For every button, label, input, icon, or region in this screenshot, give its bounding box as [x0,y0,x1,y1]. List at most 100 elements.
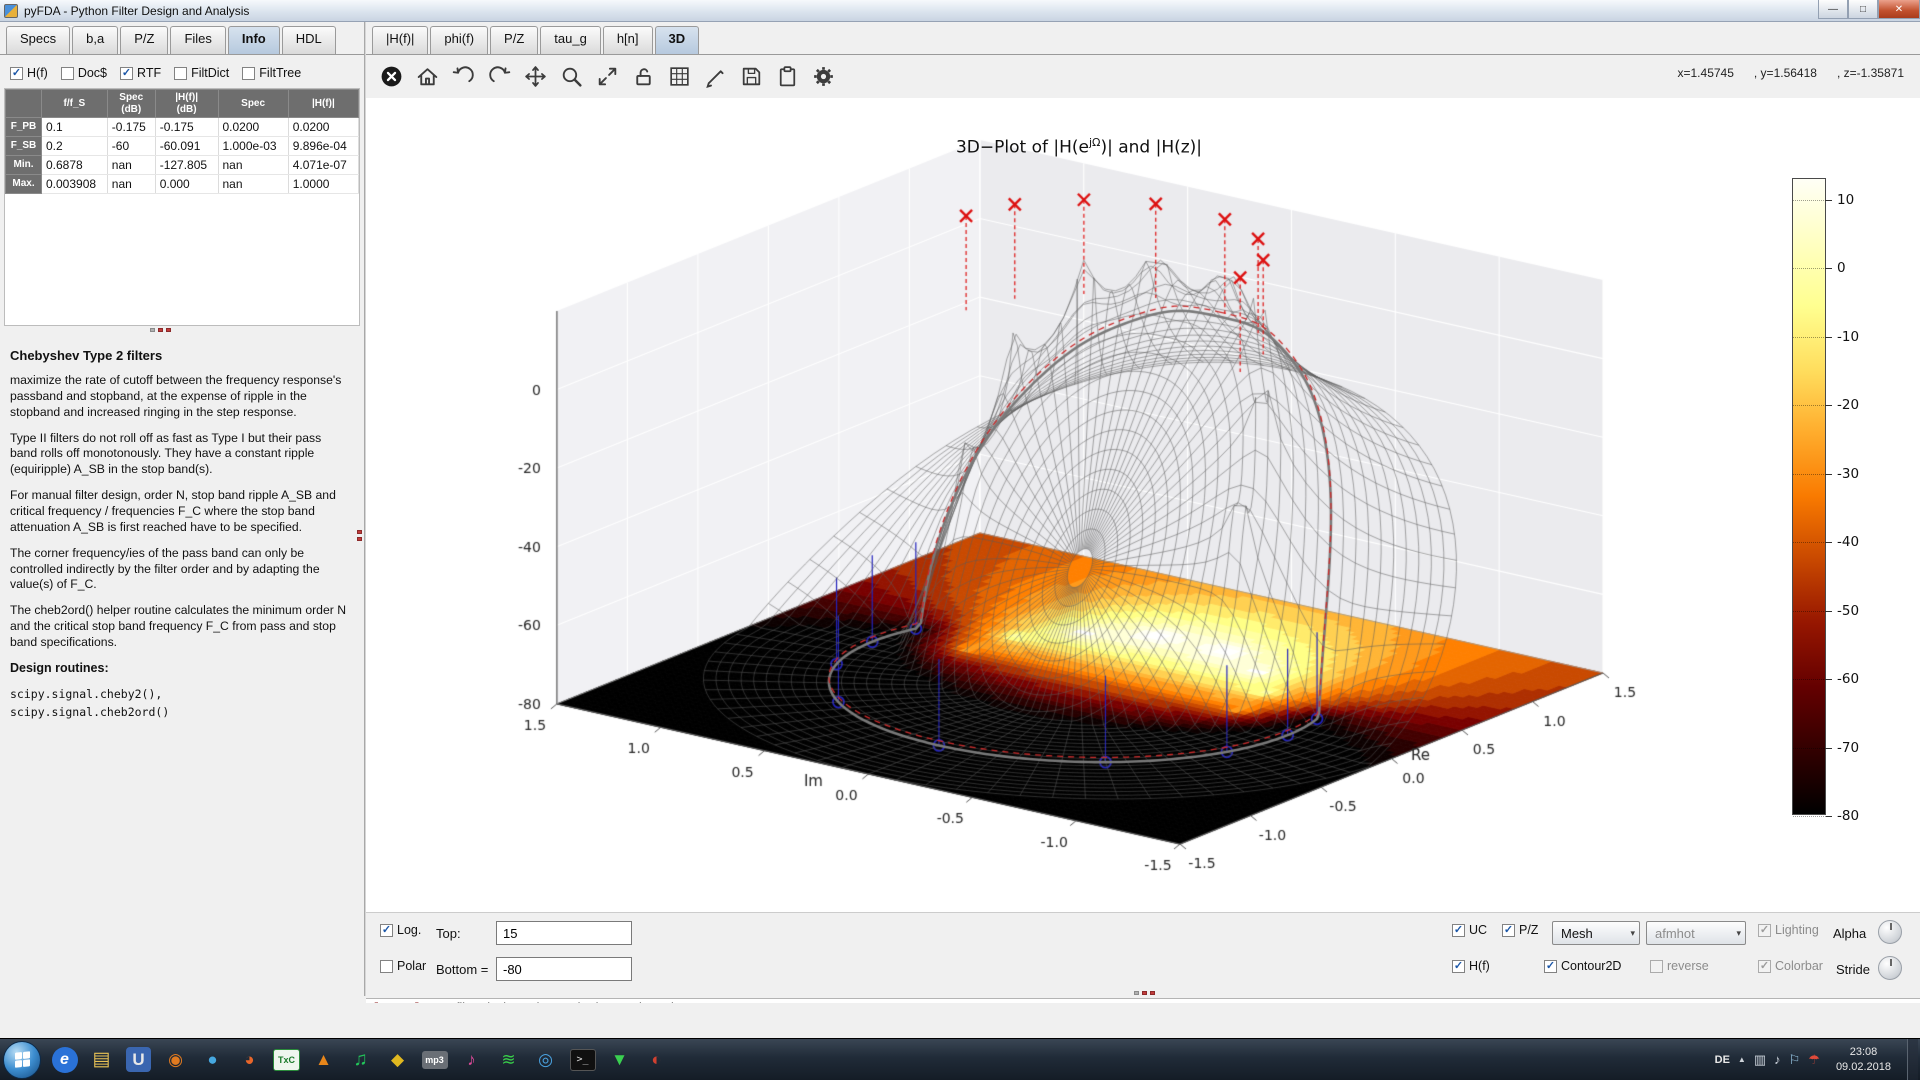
taskbar-app-jdownloader[interactable]: ▼ [601,1040,638,1080]
draw-icon[interactable] [702,63,729,90]
table-cell[interactable]: 0.0200 [288,118,358,137]
taskbar-app-spotify[interactable]: ♫ [342,1040,379,1080]
log-console[interactable]: [ INFO ]Start filter design using method… [366,998,1920,1003]
filttree-checkbox[interactable]: FiltTree [242,66,301,80]
table-cell[interactable]: 1.000e-03 [218,137,288,156]
clock[interactable]: 23:08 09.02.2018 [1828,1045,1899,1075]
tray-volume-icon[interactable]: ♪ [1774,1052,1781,1067]
taskbar-app-orange[interactable]: ◉ [157,1040,194,1080]
pan-icon[interactable] [522,63,549,90]
maximize-button[interactable]: □ [1848,0,1878,19]
tab-phi[interactable]: phi(f) [430,26,488,54]
titlebar[interactable]: pyFDA - Python Filter Design and Analysi… [0,0,1920,22]
tray-display-icon[interactable]: ▥ [1754,1052,1766,1068]
table-cell[interactable]: -60.091 [155,137,218,156]
table-cell[interactable]: -127.805 [155,156,218,175]
table-cell[interactable]: 0.6878 [42,156,108,175]
table-cell[interactable]: 0.1 [42,118,108,137]
table-cell[interactable]: nan [218,175,288,194]
splitter-handle[interactable] [357,530,362,541]
home-icon[interactable] [414,63,441,90]
hf-overlay-checkbox[interactable]: ✓ H(f) [1452,959,1490,973]
taskbar-app-vlc[interactable]: ▲ [305,1040,342,1080]
log-checkbox[interactable]: ✓ Log. [380,923,421,937]
docs-checkbox[interactable]: Doc$ [61,66,107,80]
tray-expand-icon[interactable]: ▲ [1738,1055,1746,1064]
close-button[interactable]: ✕ [1878,0,1920,19]
tab-3d[interactable]: 3D [655,26,700,54]
taskbar-app-terminal[interactable]: >_ [564,1040,601,1080]
taskbar-app-blue[interactable]: ● [194,1040,231,1080]
table-cell[interactable]: 4.071e-07 [288,156,358,175]
lighting-checkbox[interactable]: ✓ Lighting [1758,923,1819,937]
colormap-select[interactable]: afmhot ▾ [1646,921,1746,945]
polar-checkbox[interactable]: Polar [380,959,426,973]
language-indicator[interactable]: DE [1715,1054,1730,1066]
show-desktop-button[interactable] [1907,1039,1918,1080]
expand-icon[interactable] [594,63,621,90]
tab-hn[interactable]: h[n] [603,26,653,54]
stride-dial[interactable] [1878,956,1902,980]
zoom-icon[interactable] [558,63,585,90]
redo-icon[interactable] [486,63,513,90]
table-cell[interactable]: 1.0000 [288,175,358,194]
table-cell[interactable]: nan [218,156,288,175]
tab-specs[interactable]: Specs [6,26,70,54]
table-cell[interactable]: nan [107,175,155,194]
splitter-handle[interactable] [1134,991,1155,995]
colorbar-checkbox[interactable]: ✓ Colorbar [1758,959,1823,973]
tab-hdl[interactable]: HDL [282,26,336,54]
tab-hf-mag[interactable]: |H(f)| [372,26,428,54]
rtf-checkbox[interactable]: ✓ RTF [120,66,161,80]
reverse-checkbox[interactable]: reverse [1650,959,1709,973]
table-cell[interactable]: 0.000 [155,175,218,194]
table-cell[interactable]: 0.003908 [42,175,108,194]
close-icon[interactable] [378,63,405,90]
tab-tau-g[interactable]: tau_g [540,26,601,54]
table-cell[interactable]: -60 [107,137,155,156]
tab-pz[interactable]: P/Z [120,26,168,54]
table-cell[interactable]: 9.896e-04 [288,137,358,156]
taskbar-app-mp3tag[interactable]: mp3 [416,1040,453,1080]
taskbar-app-wifi[interactable]: ≋ [490,1040,527,1080]
tab-files[interactable]: Files [170,26,225,54]
splitter-handle[interactable] [150,328,171,332]
3d-surface-plot[interactable] [366,98,1920,912]
taskbar-app-internet-explorer[interactable]: e [46,1040,83,1080]
hf-checkbox[interactable]: ✓ H(f) [10,66,48,80]
plot-mode-select[interactable]: Mesh ▾ [1552,921,1640,945]
pz-checkbox[interactable]: ✓ P/Z [1502,923,1538,937]
tray-antivirus-icon[interactable]: ☂ [1808,1052,1820,1068]
lock-open-icon[interactable] [630,63,657,90]
minimize-button[interactable]: — [1818,0,1848,19]
undo-icon[interactable] [450,63,477,90]
tab-pz-plot[interactable]: P/Z [490,26,538,54]
grid-icon[interactable] [666,63,693,90]
filtdict-checkbox[interactable]: FiltDict [174,66,229,80]
taskbar-app-browser[interactable]: ◎ [527,1040,564,1080]
save-icon[interactable] [738,63,765,90]
taskbar-app-firefox[interactable]: ◕ [231,1040,268,1080]
taskbar-app-utorrent[interactable]: U [120,1040,157,1080]
tray-network-icon[interactable]: ⚐ [1789,1052,1801,1068]
taskbar-app-music[interactable]: ♪ [453,1040,490,1080]
taskbar-app-texstudio[interactable]: TxC [268,1040,305,1080]
settings-gear-icon[interactable] [810,63,837,90]
taskbar-app-explorer[interactable]: ▤ [83,1040,120,1080]
alpha-dial[interactable] [1878,920,1902,944]
contour2d-checkbox[interactable]: ✓ Contour2D [1544,959,1621,973]
table-cell[interactable]: nan [107,156,155,175]
taskbar-app-media[interactable]: ◐ [638,1040,675,1080]
table-cell[interactable]: 0.0200 [218,118,288,137]
table-cell[interactable]: 0.2 [42,137,108,156]
table-cell[interactable]: -0.175 [107,118,155,137]
uc-checkbox[interactable]: ✓ UC [1452,923,1487,937]
tab-info[interactable]: Info [228,26,280,54]
table-cell[interactable]: -0.175 [155,118,218,137]
taskbar-app-office[interactable]: ◆ [379,1040,416,1080]
top-input[interactable] [496,921,632,945]
start-button[interactable] [3,1041,41,1079]
clipboard-icon[interactable] [774,63,801,90]
bottom-input[interactable] [496,957,632,981]
tab-ba[interactable]: b,a [72,26,118,54]
